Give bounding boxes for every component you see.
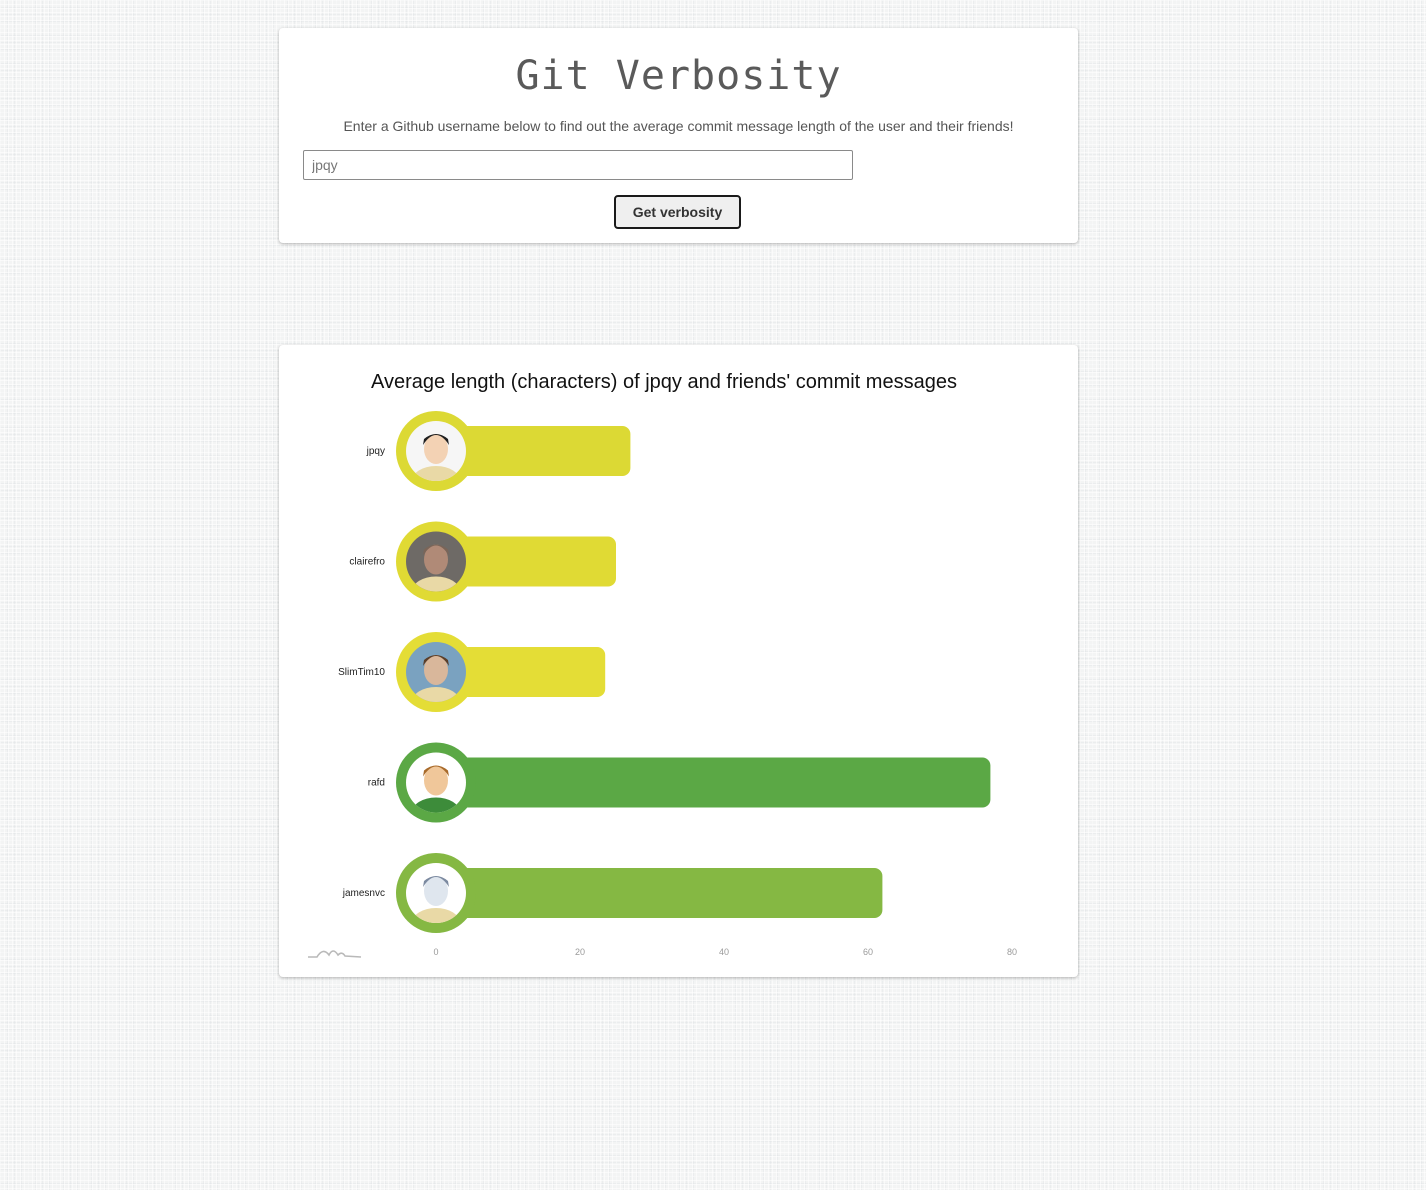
bar <box>436 868 883 918</box>
instructions-text: Enter a Github username below to find ou… <box>343 118 1014 134</box>
bar-label: jpqy <box>366 446 385 457</box>
chart-logo-icon <box>308 950 362 958</box>
x-tick-label: 60 <box>863 947 873 957</box>
bar-row: rafd <box>368 742 991 823</box>
chart-card: Average length (characters) of jpqy and … <box>279 345 1078 977</box>
bar-row: jpqy <box>366 411 631 491</box>
bar-label: SlimTim10 <box>338 667 385 678</box>
app-title: Git Verbosity <box>515 53 842 99</box>
get-verbosity-button[interactable]: Get verbosity <box>614 195 741 229</box>
bar-label: jamesnvc <box>342 888 385 899</box>
bar-row: SlimTim10 <box>338 632 606 712</box>
x-tick-label: 0 <box>433 947 438 957</box>
x-tick-label: 40 <box>719 947 729 957</box>
search-card: Git Verbosity Enter a Github username be… <box>279 28 1078 243</box>
bar-label: rafd <box>368 778 385 789</box>
bar-label: clairefro <box>349 557 385 568</box>
x-tick-label: 80 <box>1007 947 1017 957</box>
bar <box>436 757 991 808</box>
bar-row: jamesnvc <box>342 853 883 933</box>
x-tick-label: 20 <box>575 947 585 957</box>
username-input[interactable] <box>303 150 853 180</box>
bar-row: clairefro <box>349 521 616 602</box>
bar-chart: jpqy clairefro SlimTim10 rafd jamesnvc 0 20 40 6… <box>338 411 1017 957</box>
